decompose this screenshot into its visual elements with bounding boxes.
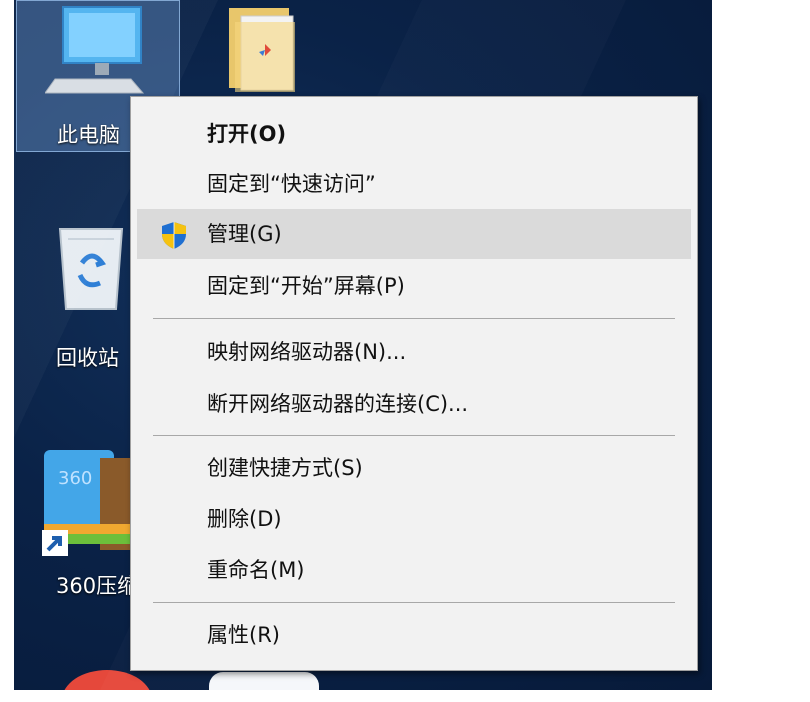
- menu-item-label: 固定到“快速访问”: [207, 172, 376, 196]
- menu-item-label: 固定到“开始”屏幕(P): [207, 274, 405, 298]
- menu-item-label: 映射网络驱动器(N)...: [207, 340, 407, 364]
- menu-item-rename[interactable]: 重命名(M): [137, 545, 691, 595]
- desktop-icon-partial-red[interactable]: [62, 670, 152, 690]
- menu-item-pin-start[interactable]: 固定到“开始”屏幕(P): [137, 261, 691, 311]
- desktop-icon-label: 360压缩: [56, 574, 139, 598]
- svg-text:360: 360: [58, 468, 92, 489]
- menu-item-pin-quick-access[interactable]: 固定到“快速访问”: [137, 159, 691, 209]
- desktop-icon-label: 此电脑: [57, 123, 120, 147]
- menu-item-disconnect-network-drive[interactable]: 断开网络驱动器的连接(C)...: [137, 379, 691, 429]
- desktop-icon-folder[interactable]: [219, 0, 309, 96]
- shield-icon: [162, 222, 186, 249]
- context-menu: 打开(O) 固定到“快速访问” 管理(G) 固定到“开始”屏幕(P) 映射网络驱…: [130, 96, 698, 671]
- menu-separator: [153, 318, 675, 319]
- desktop-icon-partial-white[interactable]: [209, 672, 319, 690]
- menu-item-label: 管理(G): [207, 222, 282, 246]
- menu-item-label: 断开网络驱动器的连接(C)...: [207, 392, 469, 416]
- menu-item-label: 创建快捷方式(S): [207, 456, 363, 480]
- desktop-icon-360-archive[interactable]: 360 360压缩: [16, 440, 139, 600]
- menu-item-delete[interactable]: 删除(D): [137, 494, 691, 544]
- menu-separator: [153, 435, 675, 436]
- menu-item-label: 属性(R): [207, 623, 280, 647]
- menu-item-label: 删除(D): [207, 507, 282, 531]
- menu-item-map-network-drive[interactable]: 映射网络驱动器(N)...: [137, 327, 691, 377]
- menu-item-manage[interactable]: 管理(G): [137, 209, 691, 259]
- menu-item-open[interactable]: 打开(O): [137, 109, 691, 159]
- menu-item-properties[interactable]: 属性(R): [137, 610, 691, 660]
- desktop-icon-recycle-bin[interactable]: 回收站: [16, 215, 136, 375]
- computer-icon: [45, 6, 145, 94]
- menu-item-label: 打开(O): [207, 122, 287, 146]
- menu-item-create-shortcut[interactable]: 创建快捷方式(S): [137, 443, 691, 493]
- recycle-bin-icon: [58, 228, 124, 310]
- menu-separator: [153, 602, 675, 603]
- archive-app-icon: 360: [42, 450, 130, 556]
- desktop-icon-label: 回收站: [56, 346, 119, 370]
- menu-item-label: 重命名(M): [207, 558, 305, 582]
- folder-icon: [229, 8, 295, 92]
